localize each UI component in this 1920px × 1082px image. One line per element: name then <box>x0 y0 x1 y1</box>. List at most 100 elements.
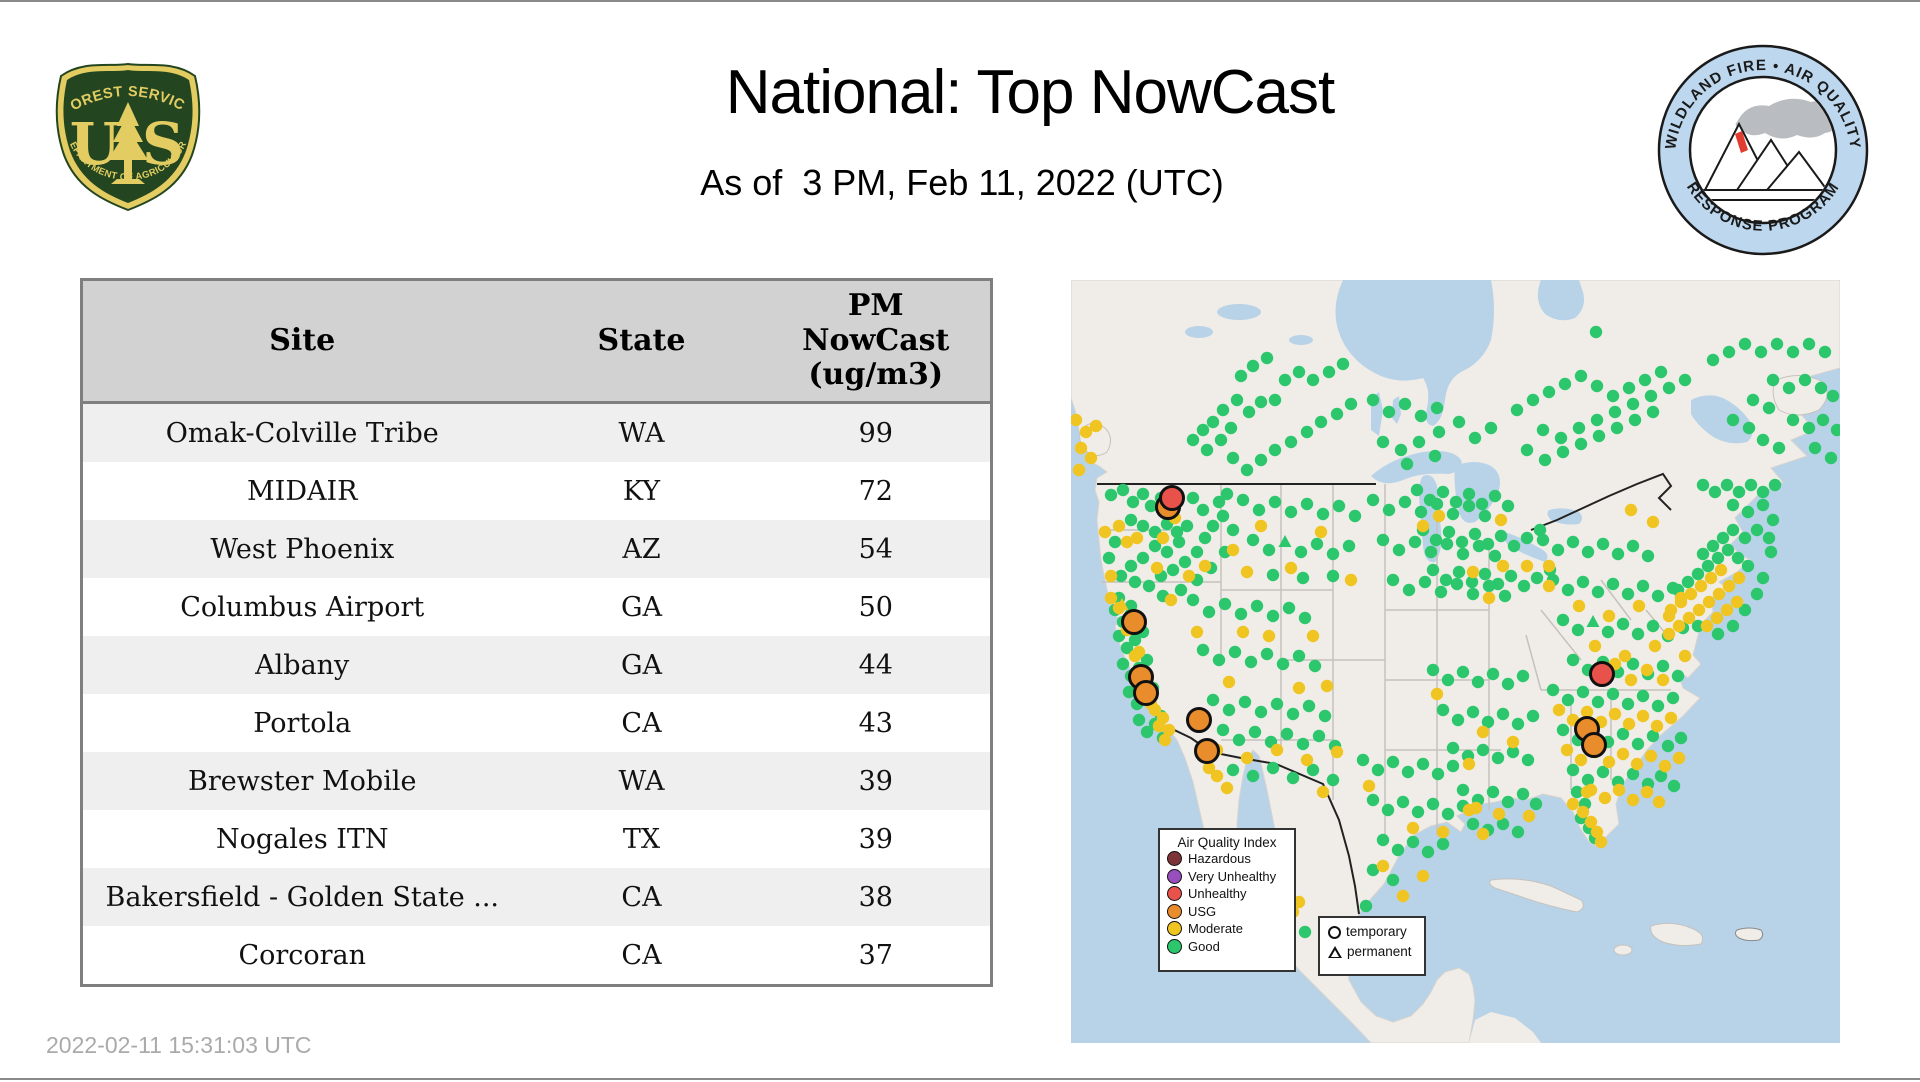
monitor-dot <box>1640 663 1654 677</box>
monitor-dot <box>1475 497 1489 511</box>
monitor-dot <box>1254 519 1268 533</box>
monitor-dot <box>1462 757 1476 771</box>
monitor-dot <box>1466 705 1480 719</box>
monitor-dot <box>1750 523 1764 537</box>
temporary-label: temporary <box>1346 924 1407 939</box>
cell-state: GA <box>620 591 663 623</box>
monitor-dot <box>1636 709 1650 723</box>
monitor-dot <box>1326 773 1340 787</box>
table-row: Brewster Mobile WA 39 <box>81 752 992 810</box>
col-header-site: Site <box>81 279 522 404</box>
monitor-dot <box>1726 498 1740 512</box>
monitor-dot <box>1268 495 1282 509</box>
monitor-dot <box>1210 769 1224 783</box>
monitor-dot <box>1496 707 1510 721</box>
permanent-label: permanent <box>1347 944 1412 959</box>
monitor-dot <box>1476 827 1490 841</box>
monitor-dot <box>1516 787 1530 801</box>
monitor-dot <box>1451 713 1465 727</box>
monitor-dot <box>1254 705 1268 719</box>
monitor-dot <box>1436 825 1450 839</box>
monitor-dot <box>1661 739 1675 753</box>
monitor-dot <box>1190 545 1204 559</box>
monitor-dot <box>1722 345 1736 359</box>
monitor-dot <box>1230 393 1244 407</box>
monitor-dot <box>1656 673 1670 687</box>
monitor-dot <box>1542 385 1556 399</box>
top-site-marker <box>1589 661 1615 687</box>
monitor-dot <box>1270 743 1284 757</box>
monitor-dot <box>1732 485 1746 499</box>
monitor-dot <box>1808 441 1822 455</box>
monitor-dot <box>1441 807 1455 821</box>
monitor-dot <box>1574 753 1588 767</box>
monitor-dot <box>1520 559 1534 573</box>
monitor-dot <box>1598 791 1612 805</box>
monitor-dot <box>1292 681 1306 695</box>
monitor-dot <box>1684 587 1698 601</box>
monitor-dot <box>1250 599 1264 613</box>
monitor-dot <box>1232 733 1246 747</box>
monitor-dot <box>1504 569 1518 583</box>
monitor-dot <box>1104 591 1118 605</box>
monitor-dot <box>1376 833 1390 847</box>
monitor-dot <box>1520 443 1534 457</box>
monitor-dot <box>1766 373 1780 387</box>
page-subtitle: As of 3 PM, Feb 11, 2022 (UTC) <box>700 162 1224 203</box>
monitor-dot <box>1566 653 1580 667</box>
monitor-dot <box>1802 337 1816 351</box>
monitor-dot <box>1501 795 1515 809</box>
monitor-dot <box>1536 533 1550 547</box>
monitor-dot <box>1268 443 1282 457</box>
monitor-dot <box>1720 603 1734 617</box>
monitor-dot <box>1742 421 1756 435</box>
table-row: Bakersfield - Golden State ... CA 38 <box>81 868 992 926</box>
monitor-dot <box>1726 523 1740 537</box>
monitor-dot <box>1624 503 1638 517</box>
monitor-dot <box>1650 719 1664 733</box>
monitor-dot <box>1362 779 1376 793</box>
monitor-dot <box>1646 619 1660 633</box>
top-site-marker <box>1194 738 1220 764</box>
monitor-dot <box>1202 605 1216 619</box>
monitor-dot <box>1132 713 1146 727</box>
monitor-dot <box>1644 749 1658 763</box>
monitor-dot <box>1430 401 1444 415</box>
monitor-dot <box>1636 689 1650 703</box>
monitor-dot <box>1398 397 1412 411</box>
monitor-dot <box>1300 497 1314 511</box>
monitor-dot <box>1206 693 1220 707</box>
monitor-dot <box>1436 837 1450 851</box>
monitor-dot <box>1280 727 1294 741</box>
monitor-dot <box>1542 579 1556 593</box>
monitor-dot <box>1186 433 1200 447</box>
monitor-dot <box>1756 498 1770 512</box>
top-site-marker <box>1121 609 1147 635</box>
monitor-dot <box>1630 757 1644 771</box>
monitor-dot <box>1638 373 1652 387</box>
cell-site: Omak-Colville Tribe <box>165 417 439 449</box>
cell-state: CA <box>621 939 662 971</box>
monitor-dot <box>1296 737 1310 751</box>
monitor-dot <box>1611 547 1625 561</box>
monitor-dot <box>1556 723 1570 737</box>
monitor-dot <box>1478 509 1492 523</box>
monitor-dot <box>1381 803 1395 817</box>
monitor-dot <box>1538 453 1552 467</box>
monitor-dot <box>1494 529 1508 543</box>
aqi-legend-label: Moderate <box>1188 921 1243 936</box>
monitor-dot <box>1696 478 1710 492</box>
table-row: Albany GA 44 <box>81 636 992 694</box>
monitor-dot <box>1468 527 1482 541</box>
monitor-dot <box>1244 655 1258 669</box>
monitor-dot <box>1682 611 1696 625</box>
cell-pm: 37 <box>858 939 893 971</box>
monitor-dot <box>1750 587 1764 601</box>
monitor-dot <box>1576 805 1590 819</box>
monitor-dot <box>1410 483 1424 497</box>
monitor-dot <box>1786 413 1800 427</box>
monitor-dot <box>1712 587 1726 601</box>
monitor-dot <box>1450 577 1464 591</box>
monitor-dot <box>1270 697 1284 711</box>
monitor-dot <box>1436 485 1450 499</box>
